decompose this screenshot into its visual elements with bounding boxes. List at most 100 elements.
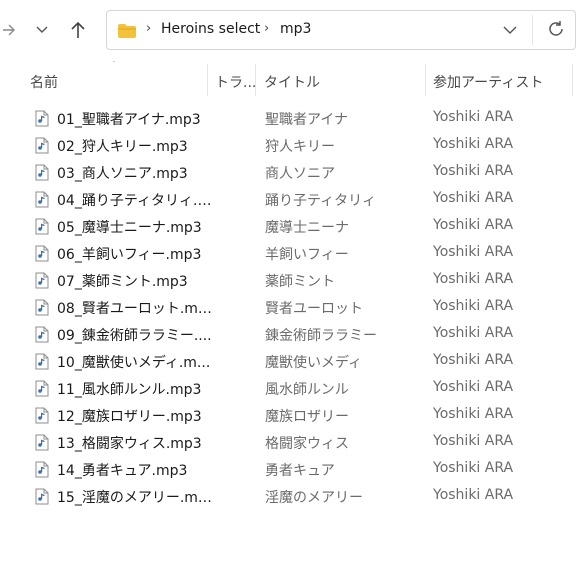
file-row[interactable]: 11_風水師ルンル.mp3 風水師ルンル Yoshiki ARA xyxy=(0,375,582,402)
address-dropdown-button[interactable] xyxy=(503,23,521,37)
mp3-file-icon xyxy=(35,488,49,509)
address-divider xyxy=(532,15,533,45)
mp3-file-icon xyxy=(35,461,49,482)
file-name[interactable]: 06_羊飼いフィー.mp3 xyxy=(57,244,212,264)
file-row[interactable]: 08_賢者ユーロット.mp3 賢者ユーロット Yoshiki ARA xyxy=(0,294,582,321)
column-header-row: 名前 トラ... タイトル 参加アーティスト xyxy=(0,62,582,98)
column-header-artist[interactable]: 参加アーティスト xyxy=(433,72,543,92)
file-artist: Yoshiki ARA xyxy=(433,217,514,233)
file-title: 魔族ロザリー xyxy=(265,409,349,425)
file-artist: Yoshiki ARA xyxy=(433,352,514,368)
file-artist: Yoshiki ARA xyxy=(433,163,514,179)
file-list: 01_聖職者アイナ.mp3 聖職者アイナ Yoshiki ARA 02_狩人キリー.m… xyxy=(0,105,582,510)
file-title: 羊飼いフィー xyxy=(265,247,349,263)
mp3-file-icon xyxy=(35,191,49,212)
arrow-up-icon xyxy=(71,21,85,38)
file-name[interactable]: 10_魔獣使いメディ.m... xyxy=(57,352,212,372)
file-row[interactable]: 04_踊り子ティタリィ.m... 踊り子ティタリィ Yoshiki ARA xyxy=(0,186,582,213)
file-row[interactable]: 14_勇者キュア.mp3 勇者キュア Yoshiki ARA xyxy=(0,456,582,483)
mp3-file-icon xyxy=(35,326,49,347)
file-name[interactable]: 03_商人ソニア.mp3 xyxy=(57,163,212,183)
column-header-title[interactable]: タイトル xyxy=(264,72,320,92)
file-title: 格闘家ウィス xyxy=(265,436,349,452)
file-title: 踊り子ティタリィ xyxy=(265,193,377,209)
file-name[interactable]: 01_聖職者アイナ.mp3 xyxy=(57,109,212,129)
file-title: 淫魔のメアリー xyxy=(265,490,363,506)
file-row[interactable]: 06_羊飼いフィー.mp3 羊飼いフィー Yoshiki ARA xyxy=(0,240,582,267)
file-name[interactable]: 04_踊り子ティタリィ.m... xyxy=(57,190,212,210)
forward-button[interactable] xyxy=(0,18,18,42)
file-title: 勇者キュア xyxy=(265,463,335,479)
refresh-button[interactable] xyxy=(547,20,567,40)
file-artist: Yoshiki ARA xyxy=(433,406,514,422)
file-name[interactable]: 14_勇者キュア.mp3 xyxy=(57,460,212,480)
chevron-down-icon xyxy=(503,26,517,34)
mp3-file-icon xyxy=(35,353,49,374)
column-divider[interactable] xyxy=(425,64,426,96)
file-row[interactable]: 02_狩人キリー.mp3 狩人キリー Yoshiki ARA xyxy=(0,132,582,159)
address-bar[interactable]: › Heroins select › mp3 xyxy=(106,10,576,50)
file-artist: Yoshiki ARA xyxy=(433,190,514,206)
file-name[interactable]: 15_淫魔のメアリー.mp3 xyxy=(57,487,212,507)
file-artist: Yoshiki ARA xyxy=(433,487,514,503)
file-row[interactable]: 07_薬師ミント.mp3 薬師ミント Yoshiki ARA xyxy=(0,267,582,294)
chevron-down-icon xyxy=(36,26,48,33)
file-row[interactable]: 13_格闘家ウィス.mp3 格闘家ウィス Yoshiki ARA xyxy=(0,429,582,456)
file-name[interactable]: 11_風水師ルンル.mp3 xyxy=(57,379,212,399)
breadcrumb-separator-icon[interactable]: › xyxy=(264,21,269,36)
arrow-right-icon xyxy=(3,24,15,36)
mp3-file-icon xyxy=(35,137,49,158)
breadcrumb-mp3[interactable]: mp3 xyxy=(280,21,311,37)
up-button[interactable] xyxy=(66,16,90,44)
file-title: 商人ソニア xyxy=(265,166,335,182)
file-row[interactable]: 05_魔導士ニーナ.mp3 魔導士ニーナ Yoshiki ARA xyxy=(0,213,582,240)
file-artist: Yoshiki ARA xyxy=(433,109,514,125)
file-name[interactable]: 09_錬金術師ララミー.... xyxy=(57,325,212,345)
column-divider[interactable] xyxy=(207,64,208,96)
file-row[interactable]: 12_魔族ロザリー.mp3 魔族ロザリー Yoshiki ARA xyxy=(0,402,582,429)
file-name[interactable]: 02_狩人キリー.mp3 xyxy=(57,136,212,156)
file-row[interactable]: 15_淫魔のメアリー.mp3 淫魔のメアリー Yoshiki ARA xyxy=(0,483,582,510)
recent-locations-button[interactable] xyxy=(32,18,52,42)
file-title: 風水師ルンル xyxy=(265,382,349,398)
mp3-file-icon xyxy=(35,110,49,131)
file-name[interactable]: 12_魔族ロザリー.mp3 xyxy=(57,406,212,426)
file-name[interactable]: 08_賢者ユーロット.mp3 xyxy=(57,298,212,318)
file-artist: Yoshiki ARA xyxy=(433,460,514,476)
column-divider[interactable] xyxy=(572,64,573,96)
file-title: 薬師ミント xyxy=(265,274,335,290)
mp3-file-icon xyxy=(35,380,49,401)
file-row[interactable]: 03_商人ソニア.mp3 商人ソニア Yoshiki ARA xyxy=(0,159,582,186)
mp3-file-icon xyxy=(35,218,49,239)
column-header-track[interactable]: トラ... xyxy=(215,72,256,92)
file-title: 狩人キリー xyxy=(265,139,335,155)
file-title: 賢者ユーロット xyxy=(265,301,363,317)
file-artist: Yoshiki ARA xyxy=(433,379,514,395)
file-artist: Yoshiki ARA xyxy=(433,298,514,314)
file-title: 聖職者アイナ xyxy=(265,112,349,128)
refresh-icon xyxy=(549,21,563,36)
file-row[interactable]: 10_魔獣使いメディ.m... 魔獣使いメディ Yoshiki ARA xyxy=(0,348,582,375)
file-row[interactable]: 01_聖職者アイナ.mp3 聖職者アイナ Yoshiki ARA xyxy=(0,105,582,132)
file-name[interactable]: 05_魔導士ニーナ.mp3 xyxy=(57,217,212,237)
mp3-file-icon xyxy=(35,434,49,455)
column-header-name[interactable]: 名前 xyxy=(30,72,58,92)
file-artist: Yoshiki ARA xyxy=(433,136,514,152)
breadcrumb-separator-icon[interactable]: › xyxy=(146,21,151,36)
file-name[interactable]: 07_薬師ミント.mp3 xyxy=(57,271,212,291)
file-row[interactable]: 09_錬金術師ララミー.... 錬金術師ララミー Yoshiki ARA xyxy=(0,321,582,348)
mp3-file-icon xyxy=(35,164,49,185)
breadcrumb-heroins-select[interactable]: Heroins select xyxy=(161,21,260,37)
file-name[interactable]: 13_格闘家ウィス.mp3 xyxy=(57,433,212,453)
mp3-file-icon xyxy=(35,299,49,320)
file-title: 魔獣使いメディ xyxy=(265,355,363,371)
mp3-file-icon xyxy=(35,245,49,266)
mp3-file-icon xyxy=(35,272,49,293)
file-artist: Yoshiki ARA xyxy=(433,271,514,287)
file-artist: Yoshiki ARA xyxy=(433,325,514,341)
file-title: 錬金術師ララミー xyxy=(265,328,377,344)
column-divider[interactable] xyxy=(255,64,256,96)
file-artist: Yoshiki ARA xyxy=(433,244,514,260)
mp3-file-icon xyxy=(35,407,49,428)
folder-icon xyxy=(118,24,136,38)
